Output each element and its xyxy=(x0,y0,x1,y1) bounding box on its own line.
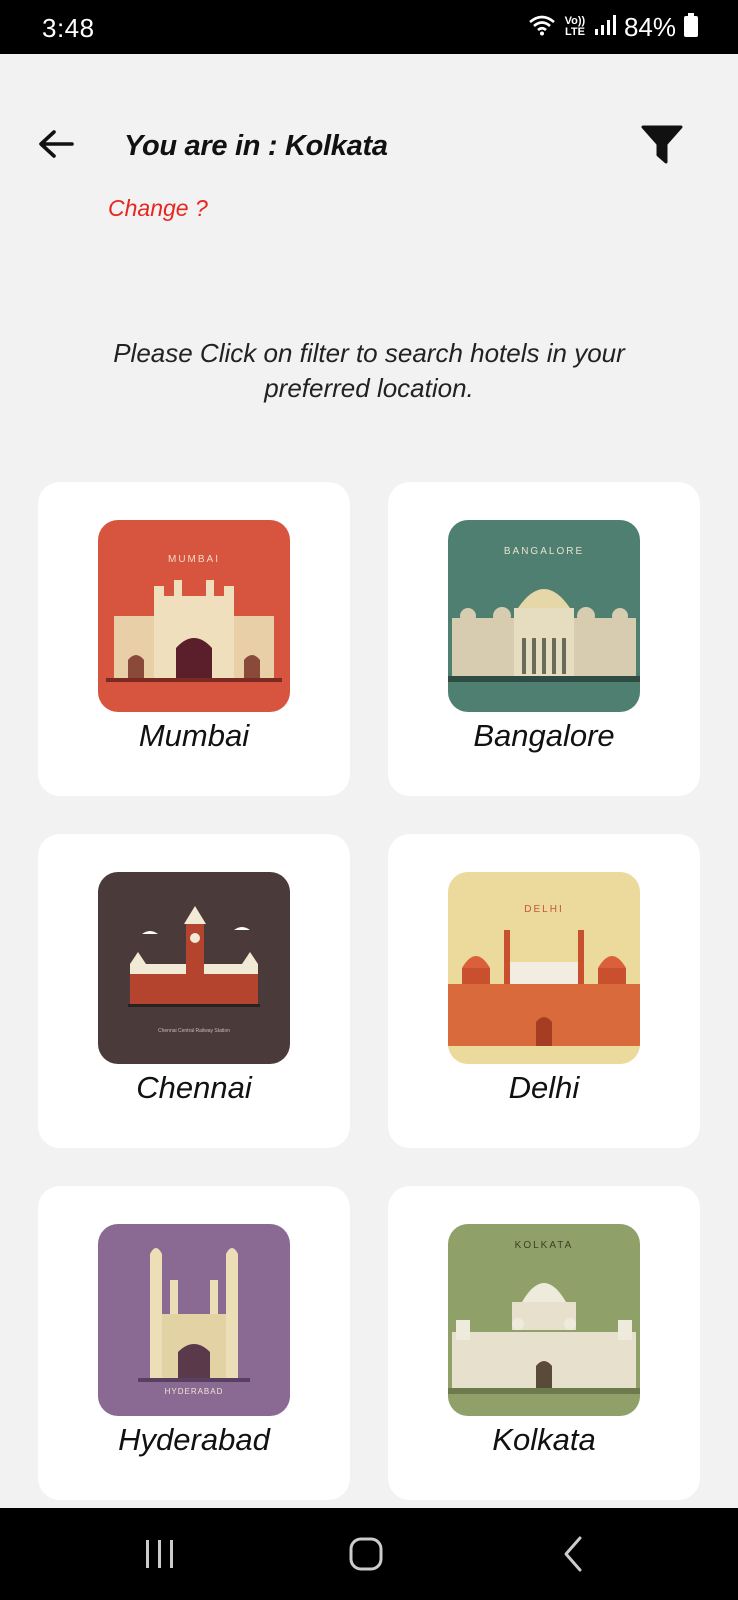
city-name: Kolkata xyxy=(492,1422,596,1457)
bangalore-caption: BANGALORE xyxy=(504,546,584,557)
hyderabad-caption: HYDERABAD xyxy=(165,1387,224,1396)
city-card-chennai[interactable]: Chennai Central Railway Station Chennai xyxy=(38,834,350,1148)
recent-apps-icon xyxy=(146,1540,173,1568)
city-card-kolkata[interactable]: KOLKATA Kolkata xyxy=(388,1186,700,1500)
status-time: 3:48 xyxy=(42,13,95,43)
filter-icon xyxy=(641,125,683,164)
change-location-link[interactable]: Change ? xyxy=(108,195,208,222)
city-name: Mumbai xyxy=(138,718,250,753)
status-bar: 3:48 Vo)) LTE 84% xyxy=(0,0,738,54)
page-title: You are in : Kolkata xyxy=(124,130,388,162)
back-button[interactable] xyxy=(36,128,76,168)
city-card-mumbai[interactable]: MUMBAI Mumbai xyxy=(38,482,350,796)
system-nav-bar xyxy=(0,1508,738,1600)
city-name: Hyderabad xyxy=(118,1422,270,1457)
city-card-delhi[interactable]: DELHI Delhi xyxy=(388,834,700,1148)
battery-percent: 84% xyxy=(623,11,676,42)
signal-icon xyxy=(594,14,616,41)
back-nav-button[interactable] xyxy=(552,1534,596,1574)
city-name: Delhi xyxy=(508,1070,580,1105)
mumbai-image: MUMBAI xyxy=(98,520,290,712)
delhi-image: DELHI xyxy=(448,872,640,1064)
hyderabad-image: HYDERABAD xyxy=(98,1224,290,1416)
wifi-icon xyxy=(528,14,556,41)
city-card-bangalore[interactable]: BANGALORE Bangalore xyxy=(388,482,700,796)
home-icon xyxy=(349,1537,383,1571)
status-icons: Vo)) LTE 84% xyxy=(528,10,698,44)
delhi-caption: DELHI xyxy=(524,904,563,915)
battery-icon xyxy=(684,12,698,42)
chevron-left-icon xyxy=(564,1536,582,1572)
arrow-left-icon xyxy=(39,130,74,158)
lte-indicator: Vo)) LTE xyxy=(564,16,586,38)
home-button[interactable] xyxy=(344,1534,388,1574)
city-card-hyderabad[interactable]: HYDERABAD Hyderabad xyxy=(38,1186,350,1500)
city-name: Chennai xyxy=(136,1070,252,1105)
bangalore-image: BANGALORE xyxy=(448,520,640,712)
chennai-image: Chennai Central Railway Station xyxy=(98,872,290,1064)
chennai-caption: Chennai Central Railway Station xyxy=(158,1028,230,1034)
filter-instruction-text: Please Click on filter to search hotels … xyxy=(113,338,625,403)
recent-apps-button[interactable] xyxy=(138,1534,182,1574)
city-name: Bangalore xyxy=(473,718,615,753)
filter-button[interactable] xyxy=(640,124,686,168)
mumbai-caption: MUMBAI xyxy=(168,554,220,565)
lte-label: LTE xyxy=(564,26,585,38)
kolkata-caption: KOLKATA xyxy=(515,1240,574,1251)
kolkata-image: KOLKATA xyxy=(448,1224,640,1416)
